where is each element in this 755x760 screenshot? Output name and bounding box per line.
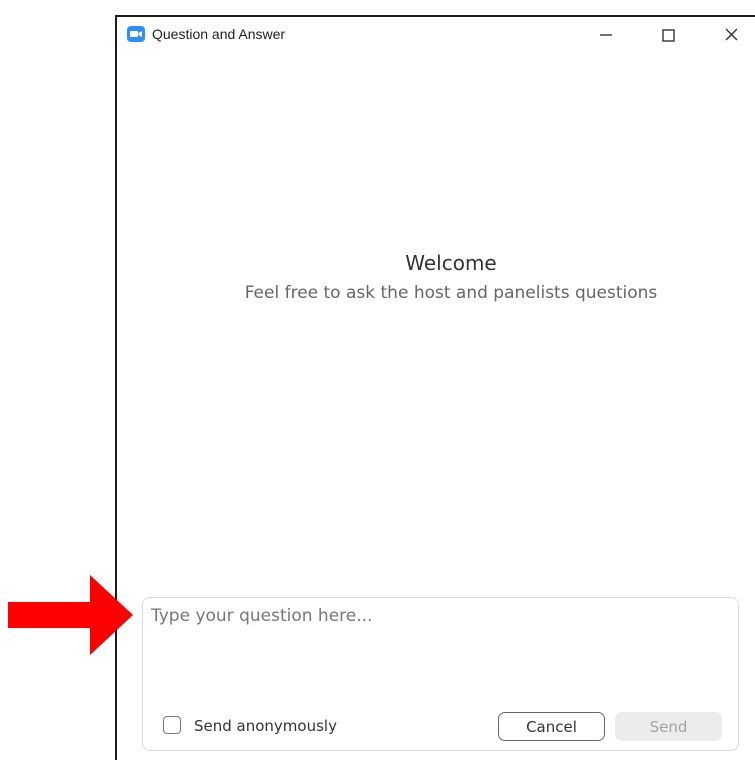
welcome-subtitle: Feel free to ask the host and panelists … (244, 283, 658, 303)
question-composer: Send anonymously Cancel Send (142, 597, 739, 751)
welcome-title: Welcome (405, 251, 497, 275)
cancel-button[interactable]: Cancel (498, 712, 605, 741)
minimize-icon (600, 34, 612, 36)
send-button[interactable]: Send (615, 712, 722, 741)
title-bar: Question and Answer (117, 17, 755, 51)
window-title: Question and Answer (152, 26, 286, 42)
qa-window: Question and Answer Welcome Feel free to… (115, 15, 755, 760)
close-icon (725, 28, 738, 41)
maximize-icon (662, 29, 675, 42)
close-button[interactable] (717, 23, 747, 47)
red-arrow-icon (8, 575, 133, 655)
send-anonymously-label: Send anonymously (194, 717, 337, 735)
send-anonymously-checkbox[interactable] (163, 716, 181, 734)
minimize-button[interactable] (591, 23, 621, 47)
zoom-camera-icon (127, 26, 145, 42)
welcome-section: Welcome Feel free to ask the host and pa… (117, 251, 755, 303)
question-input[interactable] (151, 606, 726, 696)
maximize-button[interactable] (653, 23, 683, 47)
